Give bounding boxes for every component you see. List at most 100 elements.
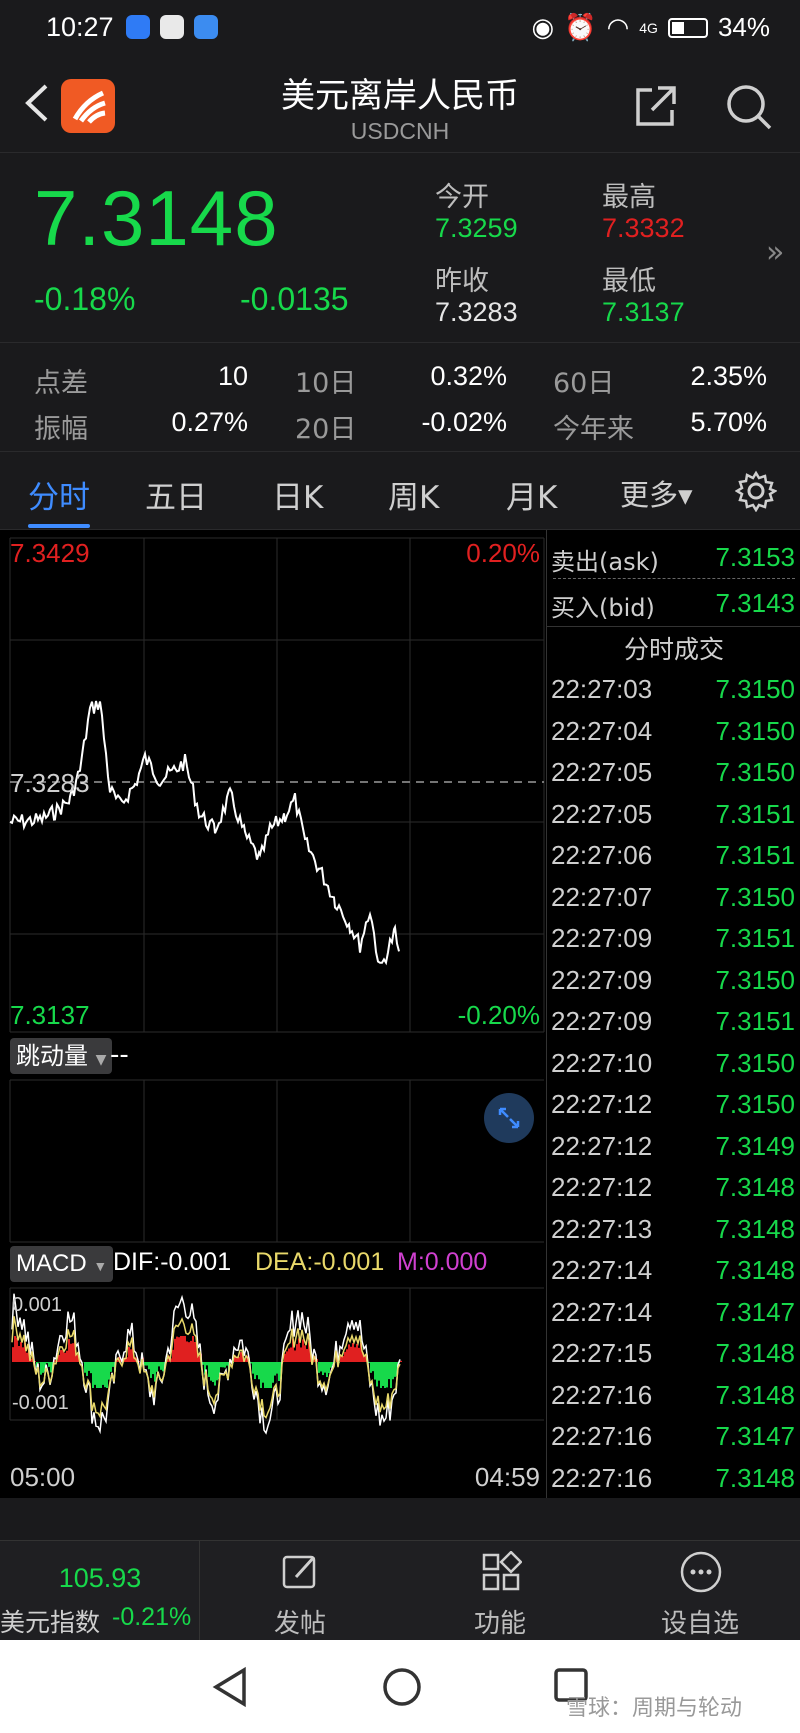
eye-icon: ◉ — [531, 12, 555, 42]
macd-axis-bottom: -0.001 — [12, 1392, 69, 1414]
post-label: 发帖 — [273, 1609, 326, 1639]
divider — [547, 626, 800, 627]
d20-label: 20日 — [295, 414, 357, 445]
tick-price: 7.3150 — [715, 964, 795, 995]
tab-five-day[interactable]: 五日 — [145, 472, 207, 517]
dollar-index-widget[interactable]: 105.93 美元指数 -0.21% — [0, 1541, 200, 1641]
macd-bar — [270, 1362, 272, 1388]
bid-label: 买入(bid) — [551, 594, 655, 622]
tab-weekly-k[interactable]: 周K — [388, 472, 439, 517]
macd-bar — [352, 1343, 354, 1362]
macd-bar — [94, 1362, 96, 1385]
macd-bar — [112, 1362, 114, 1367]
tick-time: 22:27:09 — [551, 1006, 653, 1036]
tick-time: 22:27:05 — [551, 757, 653, 787]
macd-bar — [354, 1347, 356, 1362]
bid-value: 7.3143 — [715, 588, 795, 618]
macd-bar — [226, 1362, 228, 1366]
ytd-value: 5.70% — [690, 407, 767, 437]
macd-bar — [222, 1362, 224, 1368]
tick-price: 7.3150 — [715, 881, 795, 912]
macd-bar — [376, 1362, 378, 1387]
status-bar: 10:27 ◉ ⏰ ◠ 4G 34% — [0, 0, 800, 56]
macd-bar — [106, 1362, 108, 1388]
tab-monthly-k[interactable]: 月K — [506, 472, 557, 517]
macd-bar — [20, 1341, 22, 1362]
macd-bar — [72, 1343, 74, 1362]
tab-intraday[interactable]: 分时 — [28, 472, 90, 517]
macd-bar — [296, 1344, 298, 1362]
add-watchlist-button[interactable]: 设自选 — [600, 1541, 800, 1641]
home-circle-icon[interactable] — [380, 1665, 424, 1709]
tick-time: 22:27:10 — [551, 1047, 653, 1078]
macd-bar — [70, 1343, 72, 1362]
search-icon[interactable] — [724, 82, 774, 132]
dropdown-arrow-icon: ▼ — [95, 1052, 107, 1068]
tick-time: 22:27:16 — [551, 1421, 653, 1451]
tick-time: 22:27:07 — [551, 881, 653, 912]
macd-bar — [100, 1362, 102, 1388]
tick-row: 22:27:13 7.3148 — [547, 1208, 800, 1248]
axis-min-pct: -0.20% — [457, 1000, 540, 1030]
tick-row: 22:27:12 7.3149 — [547, 1125, 800, 1165]
tick-price: 7.3150 — [715, 757, 795, 787]
header: 美元离岸人民币 USDCNH — [0, 56, 800, 152]
tick-row: 22:27:07 7.3150 — [547, 876, 800, 916]
share-icon[interactable] — [632, 82, 680, 130]
macd-bar — [152, 1362, 154, 1375]
volume-value: -- — [110, 1040, 129, 1070]
watchlist-label: 设自选 — [660, 1609, 739, 1639]
open-label: 今开 — [435, 182, 489, 213]
back-triangle-icon[interactable] — [210, 1666, 250, 1708]
grid-icon — [482, 1551, 522, 1591]
tick-price: 7.3151 — [715, 923, 795, 953]
macd-selector[interactable]: MACD ▼ — [10, 1246, 114, 1282]
macd-bar — [68, 1339, 70, 1362]
tick-row: 22:27:16 7.3147 — [547, 1415, 800, 1455]
macd-bar — [306, 1348, 308, 1362]
change-percent: -0.18% — [34, 281, 136, 317]
spread-label: 点差 — [34, 368, 88, 399]
d20-value: -0.02% — [421, 407, 507, 437]
macd-dea: DEA:-0.001 — [255, 1248, 385, 1276]
macd-bar — [48, 1362, 50, 1367]
dollar-index-change: -0.21% — [112, 1603, 192, 1631]
macd-bar — [216, 1362, 218, 1381]
macd-bar — [180, 1336, 182, 1362]
macd-dif: DIF:-0.001 — [113, 1248, 232, 1276]
macd-bar — [12, 1347, 14, 1362]
tab-daily-k[interactable]: 日K — [272, 472, 323, 517]
macd-bar — [392, 1362, 394, 1380]
macd-bar — [190, 1340, 192, 1362]
macd-bar — [40, 1362, 42, 1375]
period-tabs: 分时 五日 日K 周K 月K 更多▾ — [0, 452, 800, 530]
tick-price: 7.3150 — [715, 1089, 795, 1119]
macd-bar — [300, 1347, 302, 1362]
intraday-chart[interactable]: 7.3429 0.20% 7.3283 7.3137 -0.20% 跳动量 ▼ … — [0, 530, 546, 1498]
signal-icon: 4G — [639, 19, 658, 36]
macd-bar — [252, 1362, 254, 1374]
post-button[interactable]: 发帖 — [200, 1541, 400, 1641]
chevron-double-right-icon[interactable]: » — [766, 235, 784, 270]
bottom-navigation: 105.93 美元指数 -0.21% 发帖 功能 设自选 — [0, 1540, 800, 1641]
battery-icon — [667, 17, 708, 38]
macd-bar — [382, 1362, 384, 1386]
macd-bar — [302, 1339, 304, 1362]
macd-bar — [330, 1362, 332, 1368]
macd-bar — [278, 1362, 280, 1381]
low-label: 最低 — [602, 266, 656, 297]
volume-selector[interactable]: 跳动量 ▼ — [10, 1038, 113, 1074]
tick-price: 7.3148 — [715, 1172, 795, 1202]
functions-button[interactable]: 功能 — [400, 1541, 600, 1641]
macd-bar — [350, 1346, 352, 1362]
macd-bar — [260, 1362, 262, 1388]
d60-label: 60日 — [553, 368, 615, 399]
tick-price: 7.3147 — [715, 1296, 795, 1327]
gear-icon[interactable] — [735, 470, 777, 512]
expand-icon[interactable] — [484, 1093, 534, 1143]
macd-bar — [150, 1362, 152, 1378]
macd-bar — [372, 1362, 374, 1372]
tab-more[interactable]: 更多▾ — [620, 472, 693, 514]
macd-bar — [344, 1351, 346, 1362]
macd-bar — [172, 1349, 174, 1362]
